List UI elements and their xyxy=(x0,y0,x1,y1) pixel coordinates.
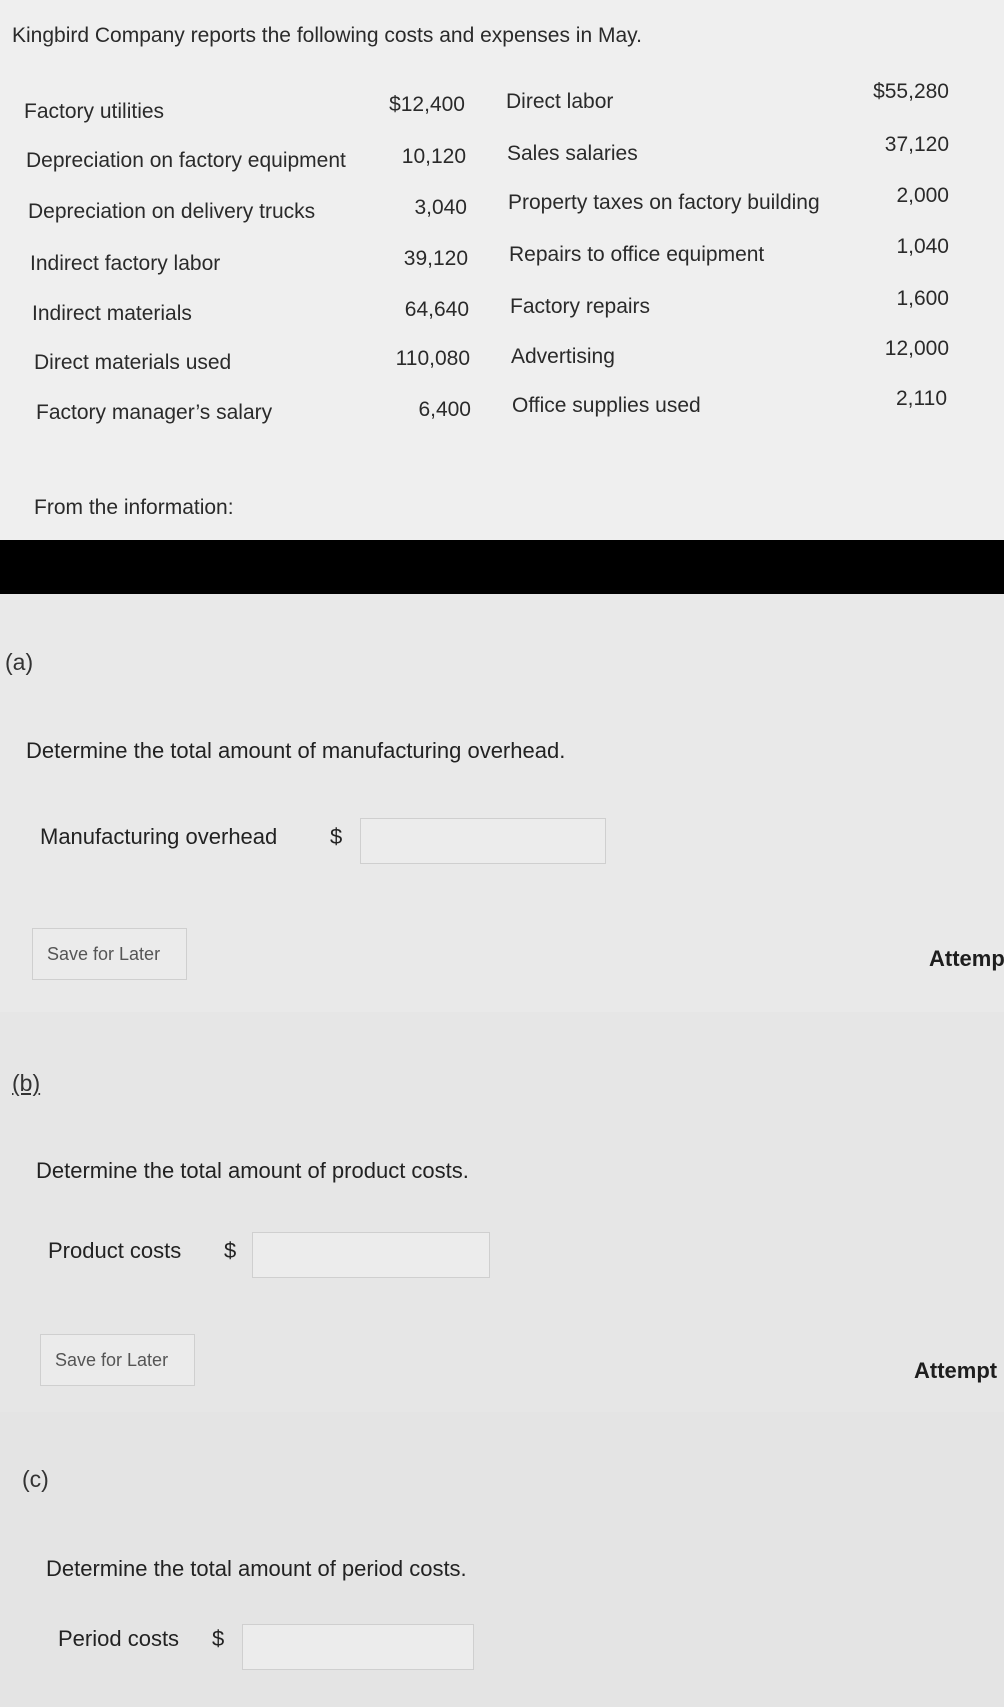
cost-name: Office supplies used xyxy=(512,394,701,417)
part-a-question: Determine the total amount of manufactur… xyxy=(26,738,566,763)
cost-value: 110,080 xyxy=(395,347,470,370)
period-costs-input[interactable] xyxy=(242,1624,474,1670)
currency-symbol: $ xyxy=(330,824,343,849)
part-c-section: (c) Determine the total amount of period… xyxy=(0,1412,1004,1707)
cost-value: 12,000 xyxy=(884,337,949,360)
currency-symbol: $ xyxy=(224,1238,237,1263)
cost-value: 39,120 xyxy=(403,247,468,270)
save-for-later-button[interactable]: Save for Later xyxy=(40,1334,195,1386)
cost-name: Factory repairs xyxy=(510,295,651,318)
cost-value: $55,280 xyxy=(873,80,949,103)
part-c-question: Determine the total amount of period cos… xyxy=(46,1556,467,1581)
attempts-label: Attemp xyxy=(929,946,1004,971)
cost-value: $12,400 xyxy=(389,93,465,116)
cost-value: 37,120 xyxy=(884,133,949,156)
manufacturing-overhead-input[interactable] xyxy=(360,818,606,864)
cost-name: Property taxes on factory building xyxy=(508,191,820,214)
cost-value: 64,640 xyxy=(404,298,469,321)
from-information-label: From the information: xyxy=(34,496,234,519)
cost-name: Indirect materials xyxy=(32,302,192,325)
cost-name: Factory manager’s salary xyxy=(36,401,273,424)
cost-name: Factory utilities xyxy=(24,100,165,123)
period-costs-label: Period costs xyxy=(58,1626,180,1651)
product-costs-label: Product costs xyxy=(48,1238,182,1263)
cost-name: Direct materials used xyxy=(34,351,232,374)
product-costs-input[interactable] xyxy=(252,1232,490,1278)
cost-name: Indirect factory labor xyxy=(30,252,221,275)
cost-name: Direct labor xyxy=(506,90,614,113)
part-a-section: (a) Determine the total amount of manufa… xyxy=(0,594,1004,1012)
attempts-label: Attempt xyxy=(914,1358,998,1383)
cost-name: Depreciation on delivery trucks xyxy=(28,200,316,223)
cost-name: Repairs to office equipment xyxy=(509,243,765,266)
cost-name: Advertising xyxy=(511,345,615,368)
part-b-question: Determine the total amount of product co… xyxy=(36,1158,469,1183)
part-b-label: (b) xyxy=(12,1070,41,1096)
part-a-label: (a) xyxy=(5,649,34,675)
save-for-later-button[interactable]: Save for Later xyxy=(32,928,187,980)
cost-value: 1,040 xyxy=(896,235,949,258)
part-c-label: (c) xyxy=(22,1466,49,1492)
intro-text: Kingbird Company reports the following c… xyxy=(12,24,642,47)
cost-value: 2,000 xyxy=(896,184,949,207)
currency-symbol: $ xyxy=(212,1626,225,1651)
problem-statement: Kingbird Company reports the following c… xyxy=(0,0,1004,540)
cost-value: 6,400 xyxy=(418,398,471,421)
part-b-section: (b) Determine the total amount of produc… xyxy=(0,1012,1004,1412)
cost-value: 1,600 xyxy=(896,287,949,310)
cost-name: Sales salaries xyxy=(507,142,638,165)
cost-value: 3,040 xyxy=(414,196,467,219)
cost-name: Depreciation on factory equipment xyxy=(26,149,346,172)
cost-value: 2,110 xyxy=(896,387,947,410)
manufacturing-overhead-label: Manufacturing overhead xyxy=(40,824,278,849)
cost-value: 10,120 xyxy=(401,145,466,168)
redaction-bar xyxy=(0,540,1004,594)
